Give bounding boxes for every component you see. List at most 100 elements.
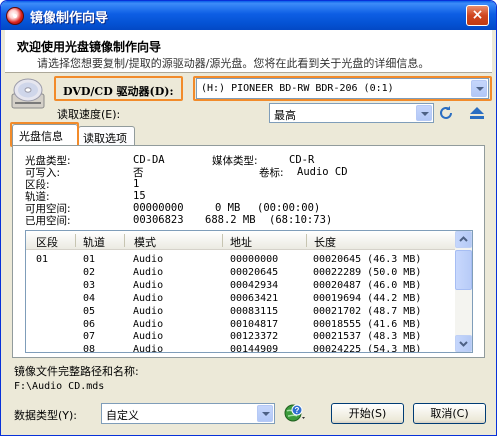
header-panel: 欢迎使用光盘镜像制作向导 请选择您想要复制/提取的源驱动器/源光盘。您将在此看到… [5,30,492,73]
cell-address: 00000000 [230,254,279,265]
cell-track: 06 [83,318,96,330]
window-title: 镜像制作向导 [30,11,109,26]
cell-track: 07 [83,331,96,343]
table-row[interactable]: 03 Audio 00042934 00020487 (46.0 MB) [26,280,456,293]
optical-disc-icon [11,78,45,109]
used-time: (68:10:73) [269,214,333,226]
media-type-label: 媒体类型: [212,155,258,167]
used-sectors: 00306823 [133,214,184,226]
volume-label: 卷标: [259,167,284,179]
wizard-window: 镜像制作向导 × 欢迎使用光盘镜像制作向导 请选择您想要复制/提取的源驱动器/源… [0,0,497,436]
cell-length: 00020645 (46.3 MB) [313,254,422,265]
data-type-value: 自定义 [106,409,139,422]
cell-mode: Audio [133,305,164,317]
drive-select-highlight [193,76,492,101]
cell-address: 00144909 [230,344,279,353]
cell-mode: Audio [133,279,164,291]
help-globe-icon[interactable]: ? [284,403,306,423]
cell-session: 01 [36,254,49,265]
cell-length: 00024225 (54.3 MB) [313,344,422,353]
header-title: 欢迎使用光盘镜像制作向导 [17,40,162,54]
cell-address: 00063421 [230,292,279,304]
scroll-thumb[interactable] [455,250,472,290]
tab-highlight [10,122,79,147]
eject-icon[interactable] [467,105,487,121]
tab-read-options[interactable]: 读取选项 [78,126,135,145]
table-row[interactable]: 02 Audio 00020645 00022289 (50.0 MB) [26,267,456,280]
cell-track: 03 [83,279,96,291]
media-type-value: CD-R [289,154,315,166]
column-divider[interactable] [75,234,76,247]
track-list-header: 区段 轨道 模式 地址 长度 [26,231,456,250]
cell-address: 00020645 [230,266,279,278]
volume-value: Audio CD [297,166,348,178]
title-bar[interactable]: 镜像制作向导 × [1,1,496,30]
table-row[interactable]: 07 Audio 00123372 00021537 (48.3 MB) [26,331,456,344]
chevron-down-icon [459,341,468,347]
cell-mode: Audio [133,344,164,353]
drive-label: DVD/CD 驱动器(D): [63,85,174,98]
cell-address: 00104817 [230,318,279,330]
refresh-icon[interactable] [438,105,454,121]
cell-address: 00083115 [230,305,279,317]
sessions-value: 1 [133,178,140,190]
scroll-up-button[interactable] [455,231,472,248]
column-header-mode[interactable]: 模式 [134,234,156,250]
free-size: 0 MB [215,202,241,214]
column-divider[interactable] [306,234,307,247]
cell-length: 00021702 (48.7 MB) [313,305,422,317]
disc-app-icon [6,7,24,25]
svg-text:?: ? [295,406,300,415]
cell-mode: Audio [133,331,164,343]
used-size: 688.2 MB [205,214,256,226]
column-header-address[interactable]: 地址 [230,234,252,250]
cell-mode: Audio [133,318,164,330]
image-path-value[interactable]: F:\Audio CD.mds [14,381,104,392]
table-row[interactable]: 04 Audio 00063421 00019694 (44.2 MB) [26,293,456,306]
data-type-label: 数据类型(Y): [14,409,78,422]
table-row[interactable]: 05 Audio 00083115 00021702 (48.7 MB) [26,306,456,319]
cell-track: 08 [83,344,96,353]
cell-mode: Audio [133,266,164,278]
cell-mode: Audio [133,254,164,265]
free-time: (00:00:00) [257,202,321,214]
table-row[interactable]: 08 Audio 00144909 00024225 (54.3 MB) [26,344,456,353]
table-row[interactable]: 06 Audio 00104817 00018555 (41.6 MB) [26,319,456,332]
cell-length: 00022289 (50.0 MB) [313,266,422,278]
header-subtitle: 请选择您想要复制/提取的源驱动器/源光盘。您将在此看到关于光盘的详细信息。 [37,57,430,70]
column-header-track[interactable]: 轨道 [83,234,105,250]
cell-length: 00020487 (46.0 MB) [313,279,422,291]
cell-address: 00123372 [230,331,279,343]
cell-track: 05 [83,305,96,317]
tracks-value: 15 [133,190,146,202]
chevron-up-icon [459,236,468,242]
cell-track: 01 [83,254,96,265]
used-space-label: 已用空间: [25,215,71,227]
cell-track: 02 [83,266,96,278]
free-sectors: 00000000 [133,202,184,214]
close-button[interactable]: × [466,5,489,26]
cell-length: 00018555 (41.6 MB) [313,318,422,330]
data-type-select[interactable]: 自定义 [101,403,275,424]
chevron-down-icon[interactable] [257,405,273,422]
cell-length: 00021537 (48.3 MB) [313,331,422,343]
chevron-down-icon[interactable] [416,105,432,121]
cell-length: 00019694 (44.2 MB) [313,292,422,304]
cell-track: 04 [83,292,96,304]
start-button[interactable]: 开始(S) [331,403,404,424]
column-header-session[interactable]: 区段 [36,234,58,250]
cell-address: 00042934 [230,279,279,291]
read-speed-label: 读取速度(E): [57,108,121,121]
scroll-down-button[interactable] [455,335,472,352]
column-divider[interactable] [222,234,223,247]
image-path-label: 镜像文件完整路径和名称: [14,365,139,378]
track-list[interactable]: 区段 轨道 模式 地址 长度 01 01 Audio 00000000 00020645… [25,230,473,353]
column-divider[interactable] [124,234,125,247]
tab-read-options-label: 读取选项 [83,132,127,145]
column-header-length[interactable]: 长度 [314,234,336,250]
read-speed-select[interactable]: 最高 [269,103,434,123]
cancel-button[interactable]: 取消(C) [413,403,486,424]
table-row[interactable]: 01 01 Audio 00000000 00020645 (46.3 MB) [26,254,456,267]
cell-mode: Audio [133,292,164,304]
vertical-scrollbar[interactable] [455,231,472,352]
